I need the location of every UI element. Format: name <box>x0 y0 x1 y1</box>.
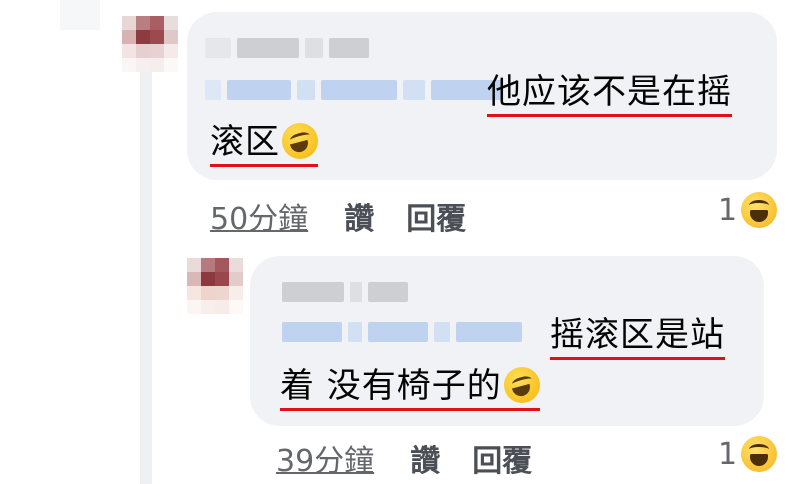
reply-button[interactable]: 回覆 <box>406 194 466 238</box>
reaction-count: 1 <box>718 436 738 472</box>
reaction-summary[interactable]: 1 <box>718 192 778 228</box>
laughing-face-icon <box>741 192 778 228</box>
comment-text-line-2: 滚区 <box>210 122 318 167</box>
comment-actions: 50分鐘 讚 回覆 <box>210 194 466 238</box>
rolling-on-floor-laughing-icon <box>282 123 318 159</box>
tagged-user-blurred[interactable] <box>282 322 522 342</box>
reply-text-line-1: 摇滚区是站 <box>550 315 725 360</box>
commenter-name-blurred[interactable] <box>205 38 369 58</box>
laughing-face-icon <box>741 436 778 472</box>
timestamp-link[interactable]: 39分鐘 <box>276 436 374 480</box>
reply-actions: 39分鐘 讚 回覆 <box>276 436 532 480</box>
thread-line <box>140 50 152 484</box>
tagged-user-blurred[interactable] <box>205 80 503 100</box>
reaction-count: 1 <box>718 192 738 228</box>
avatar[interactable] <box>122 16 178 72</box>
reply-button[interactable]: 回覆 <box>472 436 532 480</box>
reaction-summary[interactable]: 1 <box>718 436 778 472</box>
thread-line-top <box>60 0 100 30</box>
timestamp-link[interactable]: 50分鐘 <box>210 194 308 238</box>
comment-text-line-1: 他应该不是在摇 <box>487 72 732 117</box>
like-button[interactable]: 讚 <box>410 436 440 480</box>
rolling-on-floor-laughing-icon <box>503 367 540 403</box>
avatar[interactable] <box>187 258 243 314</box>
commenter-name-blurred[interactable] <box>282 282 408 302</box>
like-button[interactable]: 讚 <box>344 194 374 238</box>
reply-text-line-2: 着 没有椅子的 <box>280 366 540 411</box>
